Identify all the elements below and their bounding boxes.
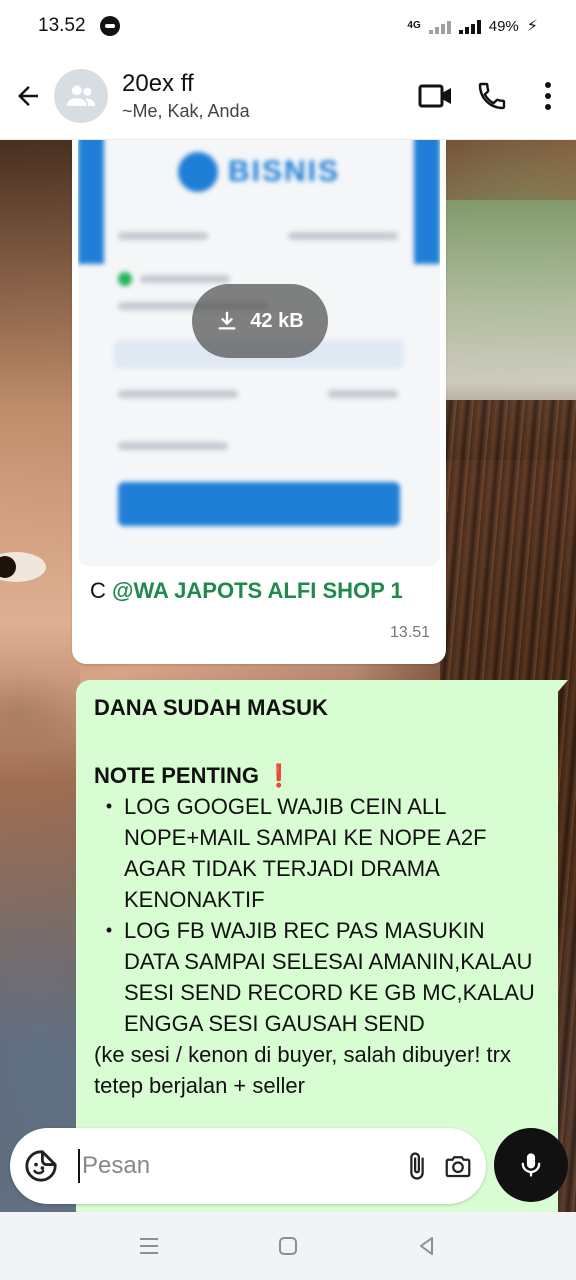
sticker-button[interactable]	[24, 1146, 58, 1186]
message-line-1: DANA SUDAH MASUK	[94, 695, 328, 720]
status-bar: 13.52 4G 49% ⚡	[0, 0, 576, 52]
back-button[interactable]	[2, 70, 54, 122]
message-footer: (ke sesi / kenon di buyer, salah dibuyer…	[94, 1042, 511, 1098]
download-icon	[218, 311, 236, 330]
paperclip-icon	[410, 1152, 424, 1180]
more-vertical-icon	[545, 81, 551, 110]
exclamation-icon: ❗	[265, 763, 293, 788]
home-button[interactable]	[258, 1216, 318, 1276]
more-options-button[interactable]	[520, 68, 576, 124]
bullet-icon: •	[105, 796, 113, 816]
voice-message-button[interactable]	[494, 1128, 568, 1202]
group-icon	[66, 84, 96, 106]
recent-apps-button[interactable]	[119, 1216, 179, 1276]
received-image-message[interactable]: BISNIS 42 kB C @WA JAPOTS ALFI SHOP 1 13…	[72, 140, 446, 664]
camera-button[interactable]	[442, 1143, 474, 1189]
chat-title: 20ex ff	[122, 70, 194, 97]
chat-participants: ~Me, Kak, Anda	[122, 101, 250, 121]
back-nav-button[interactable]	[397, 1216, 457, 1276]
signal-strong-icon	[458, 18, 481, 34]
download-button[interactable]: 42 kB	[192, 284, 328, 358]
chat-area[interactable]: BISNIS 42 kB C @WA JAPOTS ALFI SHOP 1 13…	[0, 140, 576, 1212]
signal-weak-icon	[428, 18, 451, 34]
recent-apps-icon	[140, 1238, 159, 1254]
system-nav-bar	[0, 1212, 576, 1280]
battery-level: 49%	[488, 17, 519, 35]
home-icon	[278, 1237, 297, 1255]
bullet-icon: •	[105, 920, 113, 940]
image-thumbnail[interactable]: BISNIS 42 kB	[78, 140, 440, 566]
message-input[interactable]	[78, 1149, 392, 1183]
image-caption: C @WA JAPOTS ALFI SHOP 1	[90, 578, 403, 604]
blurred-logo: BISNIS	[178, 152, 340, 192]
message-composer	[10, 1128, 486, 1204]
chat-title-block[interactable]: 20ex ff ~Me, Kak, Anda	[122, 69, 408, 122]
voice-call-button[interactable]	[464, 68, 520, 124]
blurred-brand-text: BISNIS	[228, 155, 341, 188]
message-time: 13.51	[389, 624, 430, 641]
camera-icon	[445, 1156, 471, 1178]
phone-icon	[478, 82, 506, 109]
notification-icon	[99, 16, 120, 36]
video-camera-icon	[418, 84, 451, 107]
download-size: 42 kB	[250, 309, 304, 332]
sticker-icon	[25, 1150, 57, 1182]
arrow-left-icon	[18, 85, 38, 106]
message-heading: NOTE PENTING ❗	[94, 760, 540, 791]
charging-icon: ⚡	[526, 18, 538, 35]
bullet-text-2: LOG FB WAJIB REC PAS MASUKIN DATA SAMPAI…	[124, 918, 535, 1036]
video-call-button[interactable]	[408, 68, 464, 124]
bullet-text-1: LOG GOOGEL WAJIB CEIN ALL NOPE+MAIL SAMP…	[124, 794, 487, 912]
chat-header: 20ex ff ~Me, Kak, Anda	[0, 52, 576, 140]
heading-text: NOTE PENTING	[94, 763, 260, 788]
attach-button[interactable]	[402, 1143, 432, 1189]
caption-mention[interactable]: @WA JAPOTS ALFI SHOP 1	[112, 578, 403, 603]
caption-prefix: C	[90, 578, 112, 603]
status-time: 13.52	[38, 15, 86, 36]
list-item: • LOG GOOGEL WAJIB CEIN ALL NOPE+MAIL SA…	[94, 791, 540, 915]
network-type: 4G	[407, 20, 421, 31]
group-avatar[interactable]	[54, 68, 108, 123]
wallpaper-left	[0, 140, 80, 1212]
list-item: • LOG FB WAJIB REC PAS MASUKIN DATA SAMP…	[94, 915, 540, 1039]
status-indicators: 4G 49% ⚡	[407, 16, 538, 36]
microphone-icon	[521, 1153, 541, 1177]
back-triangle-icon	[419, 1237, 433, 1255]
